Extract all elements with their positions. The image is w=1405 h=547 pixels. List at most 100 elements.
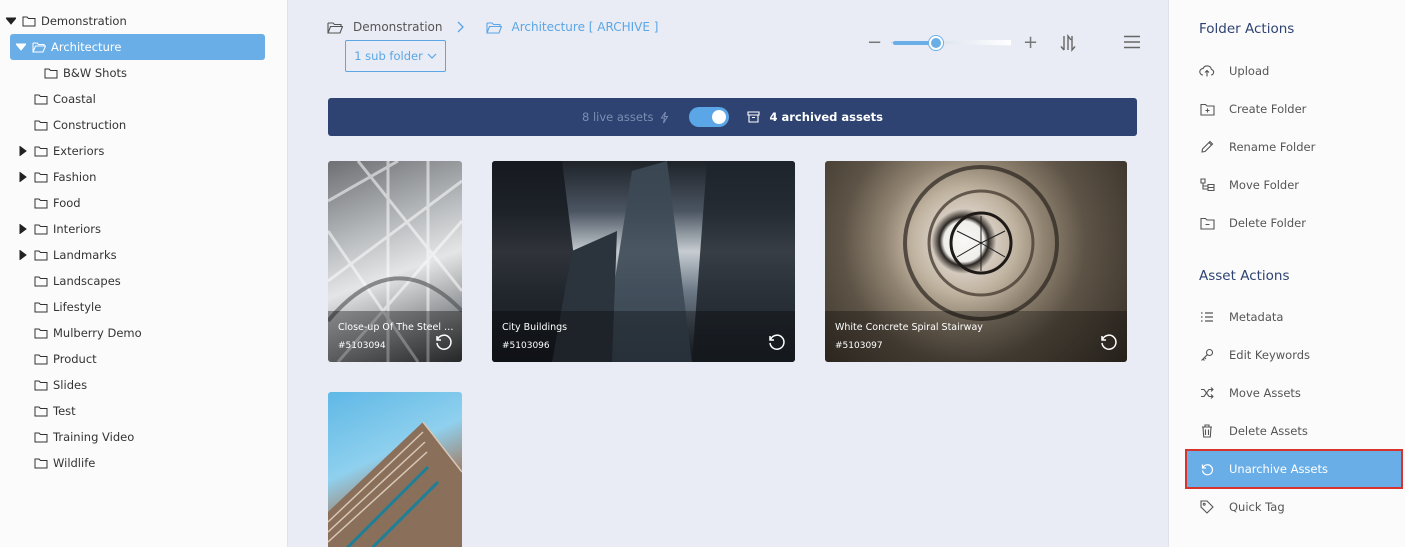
delete-folder-button[interactable]: Delete Folder: [1187, 205, 1401, 241]
tree-item[interactable]: Construction: [18, 112, 126, 138]
tree-item-demonstration[interactable]: Demonstration: [6, 8, 127, 34]
tree-item[interactable]: Mulberry Demo: [18, 320, 142, 346]
restore-icon[interactable]: [433, 331, 453, 354]
chevron-right-icon: [457, 21, 474, 33]
zoom-slider-thumb[interactable]: [929, 35, 943, 50]
metadata-button[interactable]: Metadata: [1187, 299, 1401, 335]
folder-tree: Demonstration Architecture B&W Shots Coas…: [0, 0, 288, 547]
folder-icon: [34, 275, 48, 287]
action-label: Create Folder: [1229, 102, 1307, 116]
rename-folder-button[interactable]: Rename Folder: [1187, 129, 1401, 165]
menu-icon[interactable]: [1123, 35, 1141, 52]
tree-item-label: Mulberry Demo: [53, 326, 142, 340]
restore-icon[interactable]: [766, 331, 786, 354]
tree-item[interactable]: Landmarks: [18, 242, 117, 268]
action-label: Delete Folder: [1229, 216, 1306, 230]
tree-item[interactable]: Test: [18, 398, 76, 424]
cloud-upload-icon: [1199, 63, 1215, 79]
caret-spacer: [18, 198, 28, 208]
tree-item-label: Architecture: [51, 40, 122, 54]
folder-open-icon: [327, 21, 343, 34]
restore-icon: [1199, 461, 1215, 477]
breadcrumb-root-label: Demonstration: [353, 20, 443, 34]
caret-spacer: [18, 406, 28, 416]
folder-icon: [34, 93, 48, 105]
zoom-out-button[interactable]: −: [867, 32, 882, 53]
tree-item[interactable]: Product: [18, 346, 97, 372]
tree-item-label: Training Video: [53, 430, 135, 444]
folder-icon: [34, 249, 48, 261]
action-label: Rename Folder: [1229, 140, 1316, 154]
tree-item[interactable]: B&W Shots: [28, 60, 127, 86]
trash-icon: [1199, 423, 1215, 439]
folder-minus-icon: [1199, 215, 1215, 231]
folder-icon: [34, 405, 48, 417]
quick-tag-button[interactable]: Quick Tag: [1187, 489, 1401, 525]
tree-item-label: Construction: [53, 118, 127, 132]
caret-down-icon[interactable]: [16, 42, 26, 52]
caret-down-icon[interactable]: [6, 16, 16, 26]
zoom-slider[interactable]: [891, 35, 1013, 50]
archive-toggle[interactable]: [688, 107, 729, 127]
tree-item-label: Coastal: [53, 92, 96, 106]
tree-item[interactable]: Wildlife: [18, 450, 95, 476]
caret-spacer: [18, 276, 28, 286]
action-label: Unarchive Assets: [1229, 462, 1328, 476]
tree-item-label: Demonstration: [41, 14, 127, 28]
move-assets-button[interactable]: Move Assets: [1187, 375, 1401, 411]
caret-right-icon[interactable]: [18, 172, 28, 182]
tree-item[interactable]: Exteriors: [18, 138, 104, 164]
list-icon: [1199, 309, 1215, 325]
tree-item-label: Food: [53, 196, 81, 210]
folder-icon: [22, 15, 36, 27]
zoom-control: − +: [867, 32, 1038, 53]
asset-actions-heading: Asset Actions: [1199, 268, 1290, 284]
move-folder-button[interactable]: Move Folder: [1187, 167, 1401, 203]
breadcrumb-root[interactable]: Demonstration: [327, 20, 443, 34]
subfolder-dropdown[interactable]: 1 sub folder: [345, 40, 446, 72]
edit-keywords-button[interactable]: Edit Keywords: [1187, 337, 1401, 373]
tree-item-label: Interiors: [53, 222, 101, 236]
tree-item[interactable]: Food: [18, 190, 81, 216]
unarchive-assets-button[interactable]: Unarchive Assets: [1185, 449, 1403, 489]
breadcrumb-current[interactable]: Architecture [ ARCHIVE ]: [485, 20, 659, 34]
create-folder-button[interactable]: Create Folder: [1187, 91, 1401, 127]
tree-item-label: Exteriors: [53, 144, 105, 158]
archive-toggle-knob: [711, 110, 726, 124]
tree-item[interactable]: Landscapes: [18, 268, 121, 294]
folder-icon: [34, 119, 48, 131]
asset-card[interactable]: City Buildings #5103096: [492, 161, 795, 362]
tree-item[interactable]: Slides: [18, 372, 87, 398]
tree-item-label: Wildlife: [53, 456, 96, 470]
tree-item-label: Landscapes: [53, 274, 121, 288]
tree-item[interactable]: Training Video: [18, 424, 134, 450]
folder-icon: [34, 431, 48, 443]
actions-panel: Folder Actions Upload Create Folder Rena…: [1168, 0, 1405, 547]
asset-code: #5103096: [502, 341, 550, 351]
action-label: Metadata: [1229, 310, 1284, 324]
folder-icon: [34, 379, 48, 391]
breadcrumb: Demonstration Architecture [ ARCHIVE ]: [327, 20, 658, 34]
caret-right-icon[interactable]: [18, 224, 28, 234]
sort-icon[interactable]: [1058, 33, 1078, 56]
tree-item[interactable]: Interiors: [18, 216, 101, 242]
delete-assets-button[interactable]: Delete Assets: [1187, 413, 1401, 449]
restore-icon[interactable]: [1098, 331, 1118, 354]
tree-item[interactable]: Lifestyle: [18, 294, 101, 320]
breadcrumb-current-label: Architecture [ ARCHIVE ]: [511, 20, 659, 34]
caret-right-icon[interactable]: [18, 250, 28, 260]
asset-card[interactable]: White Concrete Spiral Stairway #5103097: [825, 161, 1127, 362]
action-label: Move Folder: [1229, 178, 1300, 192]
key-icon: [1199, 347, 1215, 363]
upload-button[interactable]: Upload: [1187, 53, 1401, 89]
zoom-in-button[interactable]: +: [1023, 32, 1038, 53]
tree-item[interactable]: Fashion: [18, 164, 96, 190]
archived-assets-toggle-label[interactable]: 4 archived assets: [746, 110, 883, 124]
tree-item-architecture[interactable]: Architecture: [10, 34, 265, 60]
pencil-icon: [1199, 139, 1215, 155]
tree-item[interactable]: Coastal: [18, 86, 96, 112]
caret-right-icon[interactable]: [18, 146, 28, 156]
asset-card[interactable]: Close-up Of The Steel Fr... #5103094: [328, 161, 462, 362]
live-assets-toggle-label[interactable]: 8 live assets: [582, 110, 669, 124]
asset-card[interactable]: [328, 392, 462, 547]
